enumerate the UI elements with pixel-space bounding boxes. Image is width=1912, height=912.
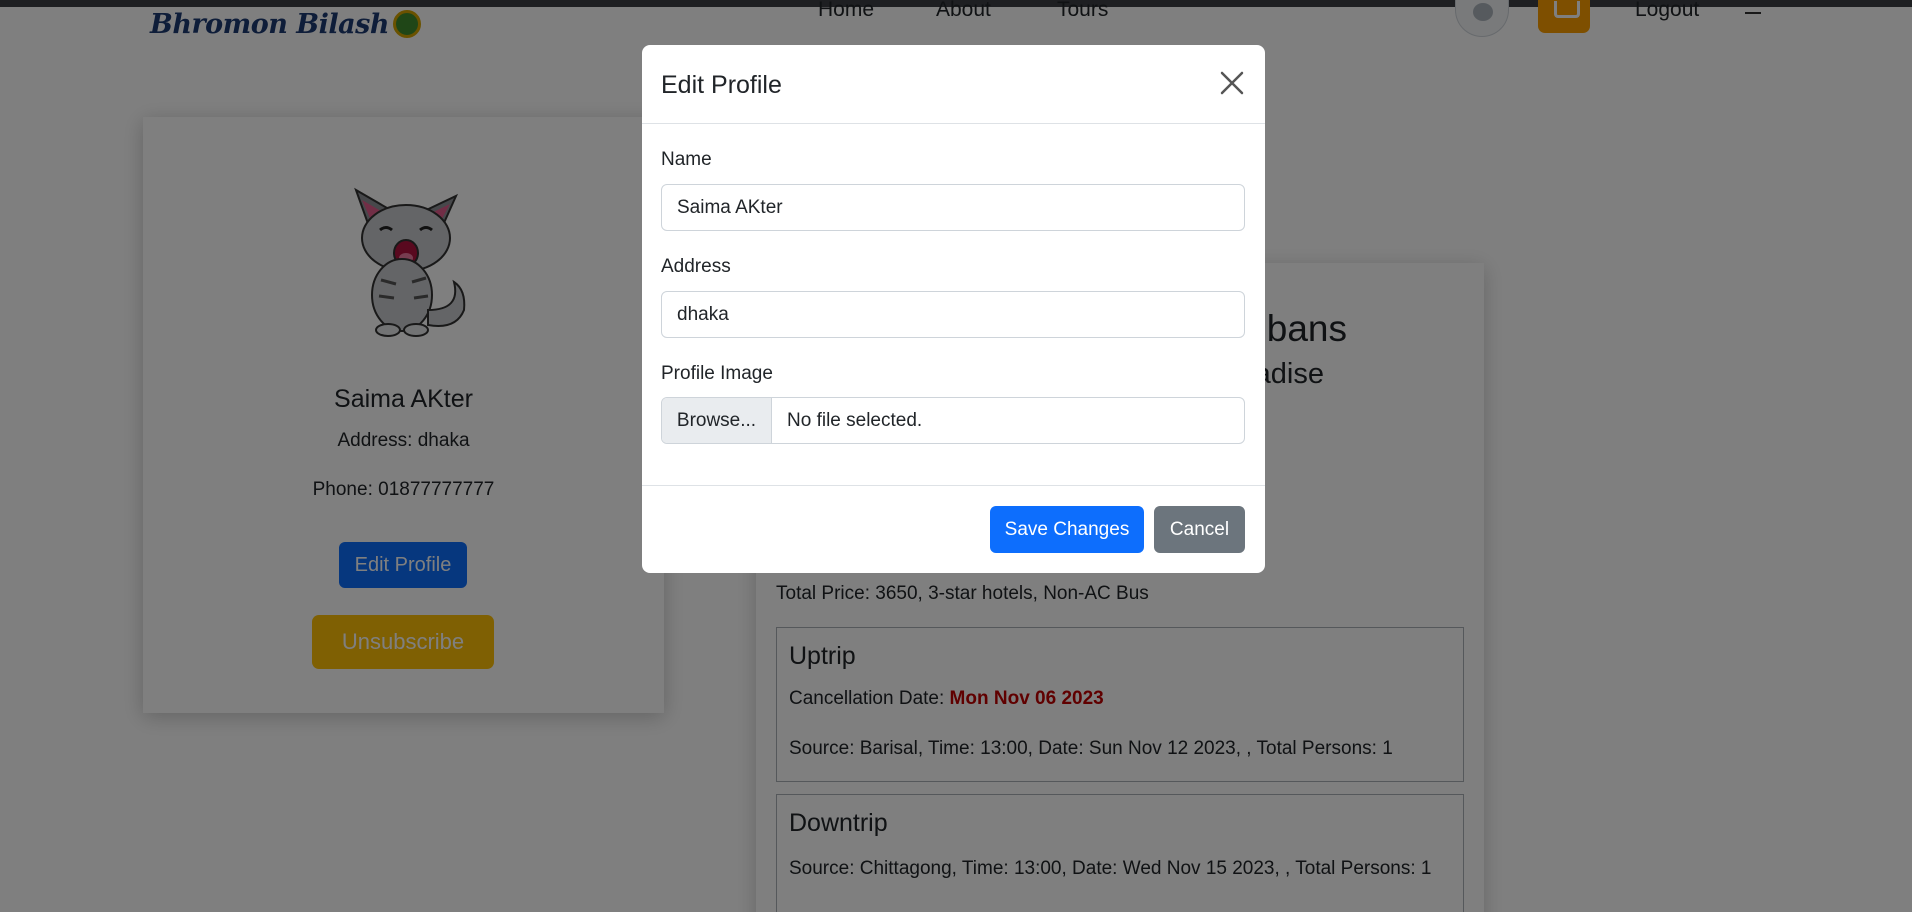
modal-footer-divider xyxy=(642,485,1265,486)
name-label: Name xyxy=(661,149,712,170)
modal-header-divider xyxy=(642,123,1265,124)
edit-profile-modal: Edit Profile Name Address Profile Image … xyxy=(642,45,1265,573)
save-changes-button[interactable]: Save Changes xyxy=(990,506,1144,553)
cancel-button[interactable]: Cancel xyxy=(1154,506,1245,553)
name-input[interactable] xyxy=(661,184,1245,231)
browse-button[interactable]: Browse... xyxy=(662,398,772,443)
file-status: No file selected. xyxy=(787,410,923,431)
modal-title: Edit Profile xyxy=(661,71,782,99)
profile-image-label: Profile Image xyxy=(661,363,773,384)
profile-image-file-input[interactable]: Browse... No file selected. xyxy=(661,397,1245,444)
close-icon[interactable] xyxy=(1216,67,1248,99)
address-label: Address xyxy=(661,256,731,277)
address-input[interactable] xyxy=(661,291,1245,338)
